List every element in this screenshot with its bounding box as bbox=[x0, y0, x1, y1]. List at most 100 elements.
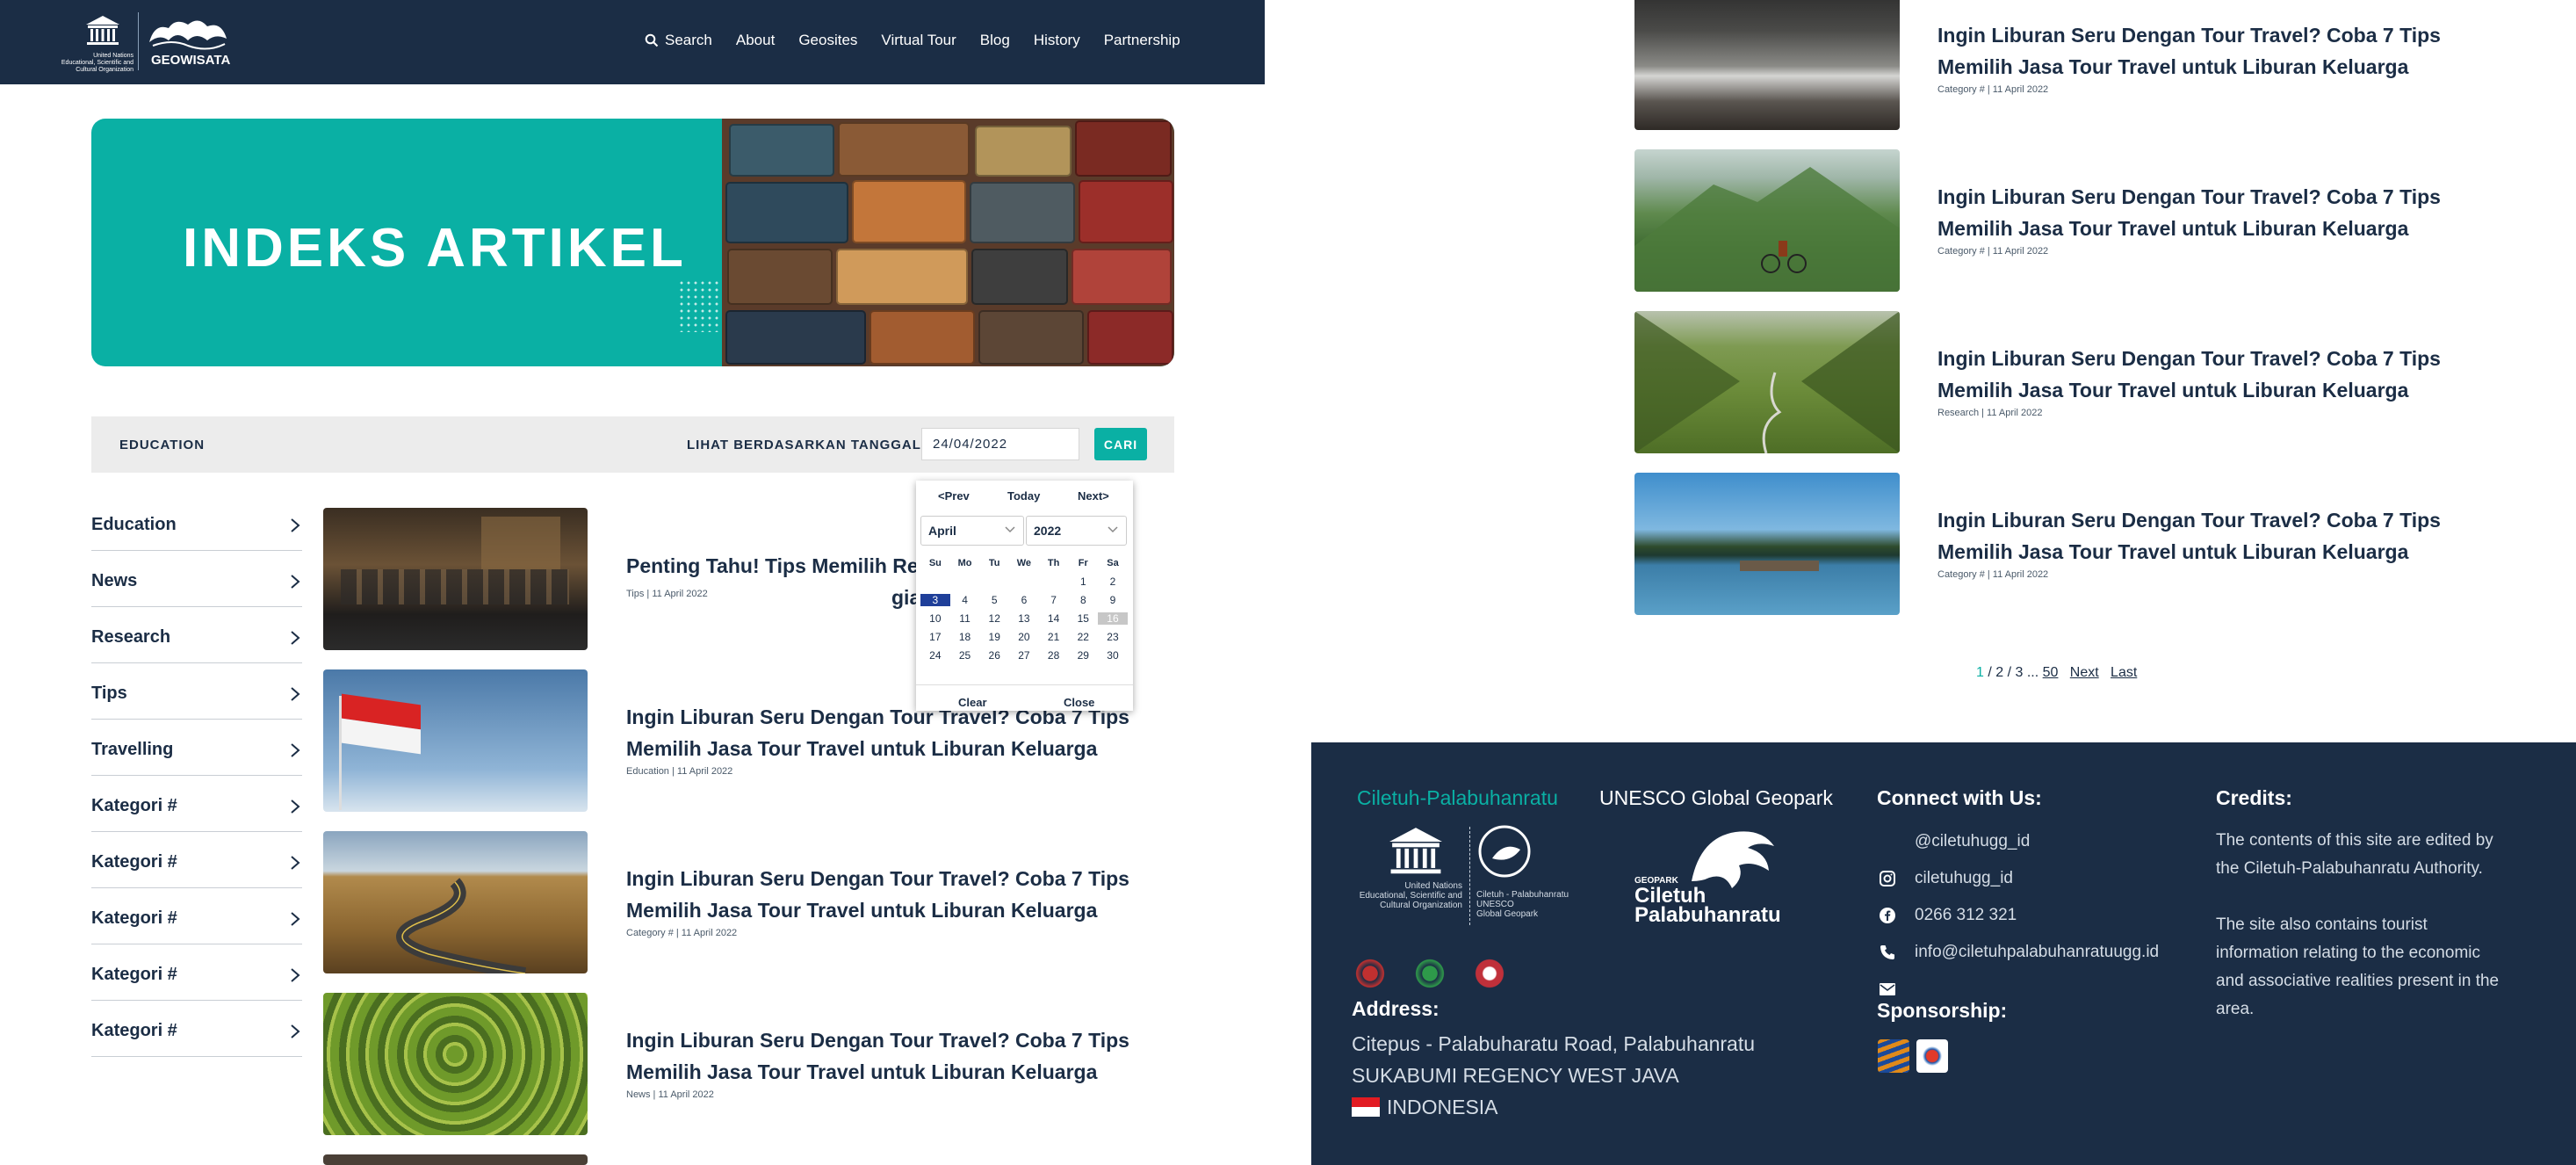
nav-about[interactable]: About bbox=[736, 32, 775, 49]
footer-connect-heading: Connect with Us: bbox=[1877, 786, 2042, 809]
sidebar-item-research[interactable]: Research bbox=[91, 607, 302, 663]
calendar-day[interactable]: 21 bbox=[1039, 631, 1069, 643]
mail-icon bbox=[1878, 980, 1897, 999]
contact-phone[interactable]: info@ciletuhpalabuhanratuugg.id bbox=[1878, 934, 2159, 971]
year-select[interactable]: 2022 bbox=[1026, 516, 1127, 546]
calendar-day[interactable]: 28 bbox=[1039, 649, 1069, 662]
calendar-day[interactable]: 2 bbox=[1098, 575, 1128, 588]
calendar-day[interactable]: 12 bbox=[979, 612, 1009, 625]
article-card-partial[interactable] bbox=[323, 1154, 1166, 1165]
calendar-day[interactable]: 25 bbox=[950, 649, 980, 662]
datepicker-close-button[interactable]: Close bbox=[1064, 696, 1094, 709]
calendar-day[interactable]: 17 bbox=[920, 631, 950, 643]
nav-partnership[interactable]: Partnership bbox=[1104, 32, 1180, 49]
article-card[interactable]: Ingin Liburan Seru Dengan Tour Travel? C… bbox=[1634, 0, 2513, 130]
sponsor-logo-badge-icon[interactable] bbox=[1916, 1039, 1948, 1073]
article-card[interactable]: Ingin Liburan Seru Dengan Tour Travel? C… bbox=[1634, 311, 2513, 453]
calendar-day[interactable]: 14 bbox=[1039, 612, 1069, 625]
unesco-logo[interactable]: United Nations Educational, Scientific a… bbox=[60, 12, 139, 74]
sidebar-item-kategori[interactable]: Kategori # bbox=[91, 888, 302, 944]
calendar-day[interactable]: 15 bbox=[1068, 612, 1098, 625]
social-facebook[interactable]: 0266 312 321 bbox=[1878, 897, 2159, 934]
datepicker-next-button[interactable]: Next> bbox=[1078, 489, 1109, 503]
datepicker-clear-button[interactable]: Clear bbox=[958, 696, 987, 709]
article-title[interactable]: Ingin Liburan Seru Dengan Tour Travel? C… bbox=[1937, 343, 2500, 406]
month-select[interactable]: April bbox=[920, 516, 1024, 546]
article-thumbnail-flag[interactable] bbox=[323, 669, 588, 812]
calendar-day[interactable]: 22 bbox=[1068, 631, 1098, 643]
credits-text: The contents of this site are edited by … bbox=[2216, 827, 2506, 1052]
calendar-day[interactable]: 24 bbox=[920, 649, 950, 662]
nav-search[interactable]: Search bbox=[645, 32, 712, 49]
calendar-day[interactable]: 19 bbox=[979, 631, 1009, 643]
sidebar-item-news[interactable]: News bbox=[91, 551, 302, 607]
article-meta: Research | 11 April 2022 bbox=[1937, 408, 2043, 418]
article-thumbnail-partial[interactable] bbox=[323, 1154, 588, 1165]
calendar-day[interactable]: 30 bbox=[1098, 649, 1128, 662]
article-title[interactable]: Ingin Liburan Seru Dengan Tour Travel? C… bbox=[1937, 19, 2500, 83]
calendar-day[interactable]: 9 bbox=[1098, 594, 1128, 606]
article-thumbnail-river[interactable] bbox=[1634, 0, 1900, 130]
calendar-day[interactable]: 23 bbox=[1098, 631, 1128, 643]
nav-virtual-tour[interactable]: Virtual Tour bbox=[881, 32, 956, 49]
sidebar-item-travelling[interactable]: Travelling bbox=[91, 720, 302, 776]
article-title[interactable]: Ingin Liburan Seru Dengan Tour Travel? C… bbox=[626, 863, 1171, 926]
geowisata-logo[interactable]: GEOWISATA bbox=[146, 16, 234, 72]
calendar-day[interactable]: 8 bbox=[1068, 594, 1098, 606]
social-twitter[interactable]: @ciletuhugg_id bbox=[1878, 823, 2159, 860]
datepicker-today-button[interactable]: Today bbox=[1007, 489, 1040, 503]
social-instagram[interactable]: ciletuhugg_id bbox=[1878, 860, 2159, 897]
article-card[interactable]: Ingin Liburan Seru Dengan Tour Travel? C… bbox=[323, 993, 1166, 1135]
calendar-day[interactable]: 26 bbox=[979, 649, 1009, 662]
sidebar-item-kategori[interactable]: Kategori # bbox=[91, 1001, 302, 1057]
page-current[interactable]: 1 bbox=[1976, 665, 1984, 680]
calendar-day[interactable]: 4 bbox=[950, 594, 980, 606]
article-thumbnail-rice-terraces[interactable] bbox=[323, 993, 588, 1135]
sidebar-item-education[interactable]: Education bbox=[91, 495, 302, 551]
article-thumbnail-restaurant[interactable] bbox=[323, 508, 588, 650]
calendar-day[interactable]: 1 bbox=[1068, 575, 1098, 588]
geopark-ciletuh-palabuhanratu-logo: GEOPARK Ciletuh Palabuhanratu bbox=[1634, 820, 1788, 934]
article-title[interactable]: Ingin Liburan Seru Dengan Tour Travel? C… bbox=[1937, 181, 2500, 244]
nav-geosites[interactable]: Geosites bbox=[798, 32, 857, 49]
article-title[interactable]: Ingin Liburan Seru Dengan Tour Travel? C… bbox=[626, 1024, 1171, 1088]
sidebar-item-tips[interactable]: Tips bbox=[91, 663, 302, 720]
sidebar-item-kategori[interactable]: Kategori # bbox=[91, 832, 302, 888]
calendar-day[interactable]: 27 bbox=[1009, 649, 1039, 662]
calendar-day[interactable]: 5 bbox=[979, 594, 1009, 606]
article-card[interactable]: Ingin Liburan Seru Dengan Tour Travel? C… bbox=[323, 831, 1166, 973]
weekday-label: Th bbox=[1047, 557, 1060, 568]
datepicker-prev-button[interactable]: <Prev bbox=[938, 489, 970, 503]
page-next-link[interactable]: Next bbox=[2070, 665, 2099, 680]
calendar-day[interactable]: 11 bbox=[950, 612, 980, 625]
calendar-day[interactable]: 13 bbox=[1009, 612, 1039, 625]
article-thumbnail-road[interactable] bbox=[323, 831, 588, 973]
sponsor-logo-stripes-icon[interactable] bbox=[1878, 1039, 1909, 1073]
chevron-down-icon bbox=[1005, 526, 1015, 533]
article-thumbnail-mountain-cyclist[interactable] bbox=[1634, 149, 1900, 292]
nav-blog[interactable]: Blog bbox=[980, 32, 1010, 49]
article-thumbnail-lake-dock[interactable] bbox=[1634, 473, 1900, 615]
calendar-day[interactable]: 16 bbox=[1098, 611, 1128, 625]
calendar-day[interactable]: 18 bbox=[950, 631, 980, 643]
page-last-link[interactable]: Last bbox=[2111, 665, 2137, 680]
calendar-day[interactable]: 7 bbox=[1039, 594, 1069, 606]
sidebar-item-kategori[interactable]: Kategori # bbox=[91, 944, 302, 1001]
chevron-right-icon bbox=[291, 574, 300, 589]
page-link-last-number[interactable]: 50 bbox=[2043, 665, 2059, 680]
search-submit-button[interactable]: CARI bbox=[1094, 428, 1147, 460]
article-thumbnail-valley[interactable] bbox=[1634, 311, 1900, 453]
article-card[interactable]: Ingin Liburan Seru Dengan Tour Travel? C… bbox=[1634, 473, 2513, 615]
calendar-day[interactable]: 10 bbox=[920, 612, 950, 625]
article-title[interactable]: Ingin Liburan Seru Dengan Tour Travel? C… bbox=[1937, 504, 2500, 568]
article-card[interactable]: Ingin Liburan Seru Dengan Tour Travel? C… bbox=[1634, 149, 2513, 292]
page-link[interactable]: 3 bbox=[2016, 665, 2024, 680]
calendar-day[interactable]: 29 bbox=[1068, 649, 1098, 662]
date-input[interactable] bbox=[921, 428, 1079, 460]
nav-history[interactable]: History bbox=[1034, 32, 1080, 49]
page-link[interactable]: 2 bbox=[1995, 665, 2003, 680]
calendar-day[interactable]: 3 bbox=[920, 593, 950, 606]
calendar-day[interactable]: 20 bbox=[1009, 631, 1039, 643]
sidebar-item-kategori[interactable]: Kategori # bbox=[91, 776, 302, 832]
calendar-day[interactable]: 6 bbox=[1009, 594, 1039, 606]
